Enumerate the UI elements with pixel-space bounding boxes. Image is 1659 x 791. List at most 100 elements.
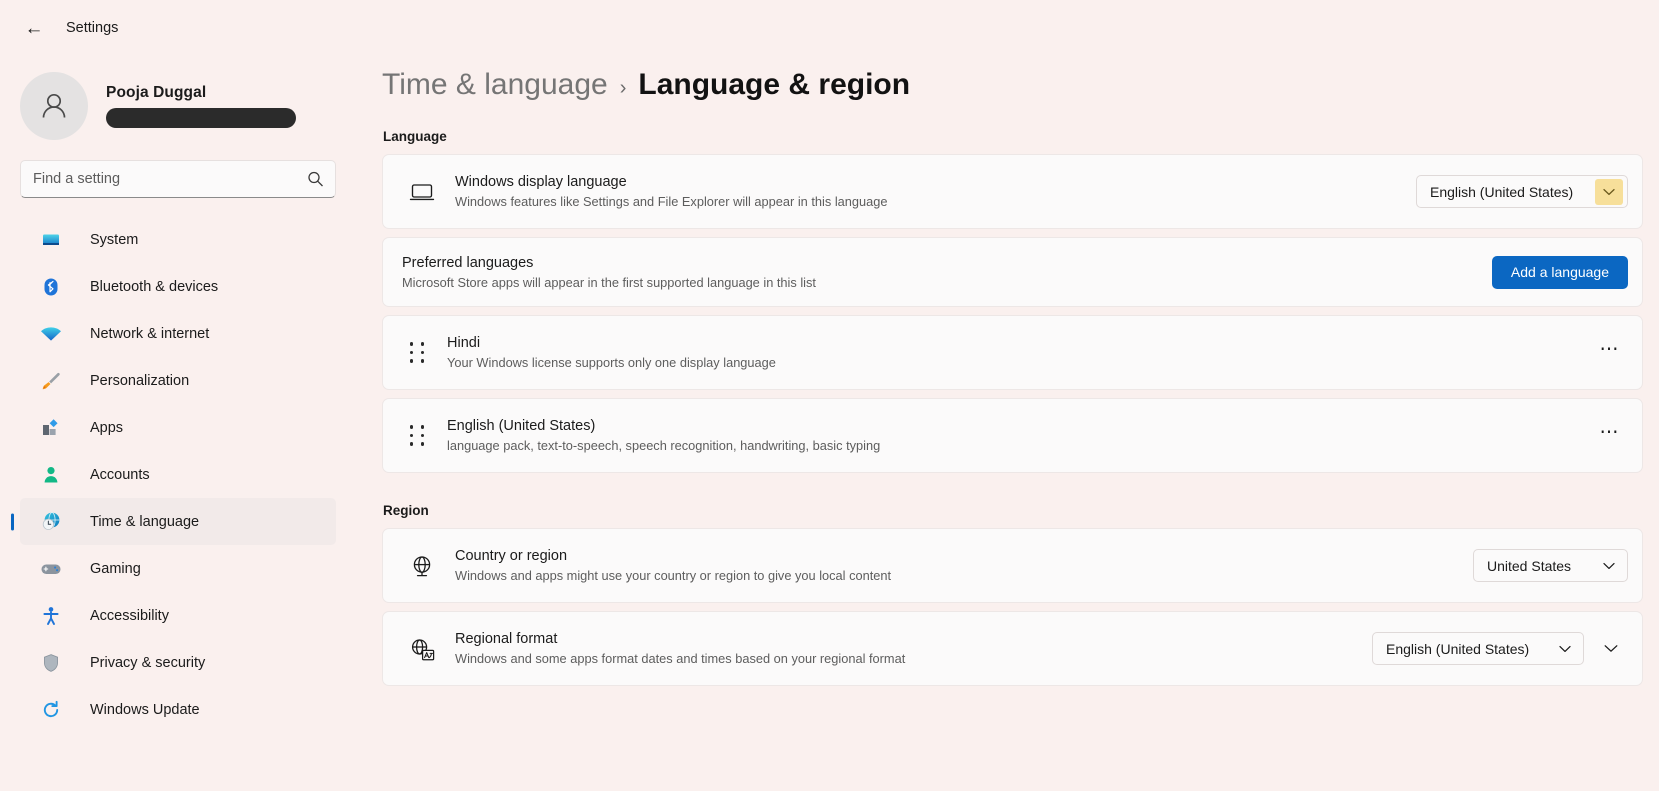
card-title: Country or region <box>455 548 1473 564</box>
card-regional-format: Regional format Windows and some apps fo… <box>382 611 1643 686</box>
search-icon <box>307 171 324 188</box>
sidebar-item-personalization[interactable]: Personalization <box>20 357 336 404</box>
globe-icon <box>405 553 439 579</box>
account-card[interactable]: Pooja Duggal <box>0 56 360 142</box>
section-heading-region: Region <box>383 503 1659 518</box>
add-a-language-button[interactable]: Add a language <box>1492 256 1628 289</box>
card-subtitle: Windows features like Settings and File … <box>455 194 1416 209</box>
language-detail: language pack, text-to-speech, speech re… <box>447 438 1592 453</box>
gamepad-icon <box>40 558 62 580</box>
avatar <box>20 72 88 140</box>
sidebar-item-label: Apps <box>90 420 123 436</box>
dropdown-value: English (United States) <box>1386 641 1529 657</box>
card-text: Hindi Your Windows license supports only… <box>431 323 1592 382</box>
breadcrumb-separator-icon: › <box>620 77 627 100</box>
sidebar-item-label: Network & internet <box>90 326 209 342</box>
card-controls: Add a language <box>1492 256 1642 289</box>
sidebar-item-label: Time & language <box>90 514 199 530</box>
language-list-item-english-united-states[interactable]: English (United States) language pack, t… <box>382 398 1643 473</box>
search-input[interactable] <box>21 161 335 197</box>
sidebar-item-system[interactable]: System <box>20 216 336 263</box>
more-options-button[interactable]: ⋯ <box>1592 420 1628 452</box>
person-icon <box>40 464 62 486</box>
paintbrush-icon <box>40 370 62 392</box>
sidebar-item-label: System <box>90 232 138 248</box>
breadcrumb: Time & language › Language & region <box>382 0 1659 102</box>
card-text: English (United States) language pack, t… <box>431 406 1592 465</box>
account-name: Pooja Duggal <box>106 84 296 102</box>
card-text: Regional format Windows and some apps fo… <box>439 619 1372 678</box>
settings-window: ← Settings Pooja Duggal <box>0 0 1659 791</box>
back-button[interactable]: ← <box>16 10 52 46</box>
card-text: Preferred languages Microsoft Store apps… <box>383 243 1492 302</box>
app-title: Settings <box>66 20 118 36</box>
sidebar-item-label: Accessibility <box>90 608 169 624</box>
breadcrumb-parent-link[interactable]: Time & language <box>382 68 608 102</box>
account-email-redacted <box>106 108 296 128</box>
regional-format-expand-button[interactable] <box>1594 633 1628 665</box>
bluetooth-icon <box>40 276 62 298</box>
sidebar-item-label: Gaming <box>90 561 141 577</box>
card-controls: ⋯ <box>1592 337 1642 369</box>
regional-format-dropdown[interactable]: English (United States) <box>1372 632 1584 665</box>
sidebar-item-gaming[interactable]: Gaming <box>20 545 336 592</box>
card-controls: United States <box>1473 549 1642 582</box>
back-arrow-icon: ← <box>25 19 44 38</box>
accessibility-icon <box>40 605 62 627</box>
sidebar-item-accounts[interactable]: Accounts <box>20 451 336 498</box>
card-text: Windows display language Windows feature… <box>439 162 1416 221</box>
card-title: Preferred languages <box>402 255 1492 271</box>
monitor-outline-icon <box>405 181 439 203</box>
chevron-down-icon <box>1595 553 1623 579</box>
card-controls: ⋯ <box>1592 420 1642 452</box>
card-country-or-region: Country or region Windows and apps might… <box>382 528 1643 603</box>
person-avatar-icon <box>36 88 72 124</box>
card-title: Regional format <box>455 631 1372 647</box>
sidebar-item-label: Privacy & security <box>90 655 205 671</box>
search-container <box>0 142 360 198</box>
sidebar-item-time-language[interactable]: Time & language <box>20 498 336 545</box>
card-controls: English (United States) <box>1416 175 1642 208</box>
title-bar: ← Settings <box>0 0 360 56</box>
sidebar-item-privacy-security[interactable]: Privacy & security <box>20 639 336 686</box>
page-title: Language & region <box>638 68 910 102</box>
display-language-dropdown[interactable]: English (United States) <box>1416 175 1628 208</box>
dropdown-value: English (United States) <box>1430 184 1573 200</box>
drag-handle-icon[interactable] <box>405 342 431 362</box>
language-name: Hindi <box>447 335 1592 351</box>
sidebar-item-label: Accounts <box>90 467 150 483</box>
section-heading-language: Language <box>383 129 1659 144</box>
sidebar-item-bluetooth-devices[interactable]: Bluetooth & devices <box>20 263 336 310</box>
card-subtitle: Microsoft Store apps will appear in the … <box>402 275 1492 290</box>
sidebar-item-apps[interactable]: Apps <box>20 404 336 451</box>
card-subtitle: Windows and apps might use your country … <box>455 568 1473 583</box>
search-box[interactable] <box>20 160 336 198</box>
clock-globe-icon <box>40 511 62 533</box>
update-icon <box>40 699 62 721</box>
sidebar-item-label: Bluetooth & devices <box>90 279 218 295</box>
sidebar-item-windows-update[interactable]: Windows Update <box>20 686 336 733</box>
apps-icon <box>40 417 62 439</box>
sidebar-item-label: Windows Update <box>90 702 200 718</box>
card-preferred-languages: Preferred languages Microsoft Store apps… <box>382 237 1643 307</box>
drag-handle-icon[interactable] <box>405 425 431 445</box>
language-name: English (United States) <box>447 418 1592 434</box>
sidebar: ← Settings Pooja Duggal <box>0 0 360 791</box>
sidebar-item-label: Personalization <box>90 373 189 389</box>
card-controls: English (United States) <box>1372 632 1642 665</box>
content-pane: Time & language › Language & region Lang… <box>360 0 1659 791</box>
card-title: Windows display language <box>455 174 1416 190</box>
card-subtitle: Windows and some apps format dates and t… <box>455 651 1372 666</box>
chevron-down-icon <box>1604 644 1618 653</box>
chevron-down-icon <box>1551 636 1579 662</box>
card-windows-display-language: Windows display language Windows feature… <box>382 154 1643 229</box>
globe-language-icon <box>405 636 439 662</box>
more-options-button[interactable]: ⋯ <box>1592 337 1628 369</box>
language-list-item-hindi[interactable]: Hindi Your Windows license supports only… <box>382 315 1643 390</box>
shield-icon <box>40 652 62 674</box>
country-or-region-dropdown[interactable]: United States <box>1473 549 1628 582</box>
sidebar-nav: System Bluetooth & devices <box>0 216 360 733</box>
sidebar-item-accessibility[interactable]: Accessibility <box>20 592 336 639</box>
sidebar-item-network-internet[interactable]: Network & internet <box>20 310 336 357</box>
chevron-down-icon[interactable] <box>1595 179 1623 205</box>
